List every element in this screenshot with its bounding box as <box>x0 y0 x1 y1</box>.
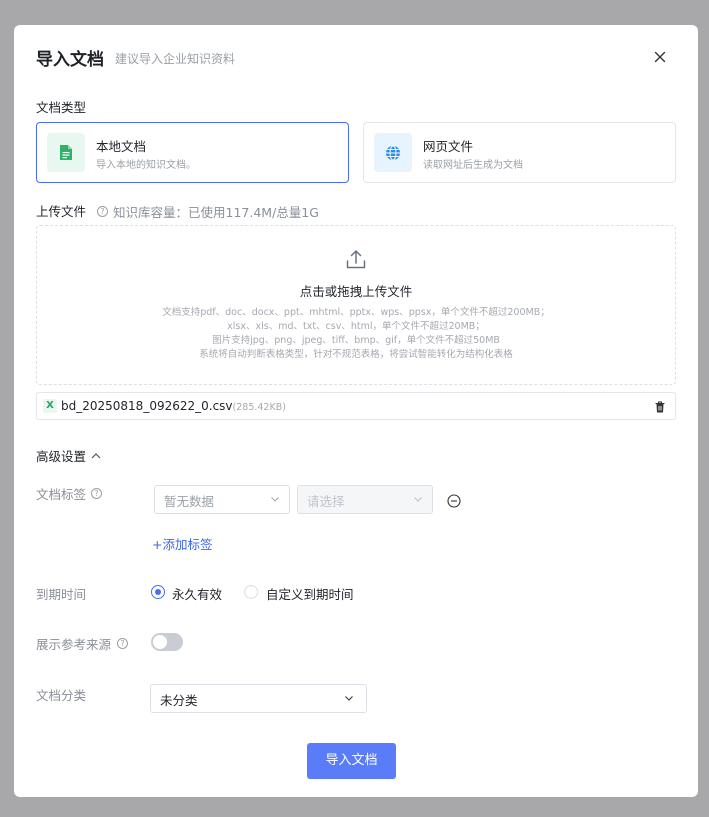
chevron-down-icon <box>271 497 279 502</box>
remove-tag-button[interactable] <box>447 493 461 508</box>
tag-value-select[interactable]: 请选择 <box>297 485 433 514</box>
file-icon <box>47 133 85 172</box>
dropzone-note-3: 图片支持jpg、png、jpeg、tiff、bmp、gif，单个文件不超过50M… <box>212 335 500 346</box>
category-label: 文档分类 <box>36 688 87 703</box>
category-select[interactable]: 未分类 <box>150 684 367 713</box>
expiry-custom-radio[interactable] <box>244 585 258 599</box>
file-size: (285.42KB) <box>232 402 286 413</box>
dialog-title: 导入文档 <box>36 50 104 70</box>
capacity-info: ? 知识库容量：已使用117.4M/总量1G <box>97 202 319 221</box>
doc-type-local-title: 本地文档 <box>96 139 147 154</box>
advanced-settings-label: 高级设置 <box>36 449 87 464</box>
doc-type-web-card[interactable]: 网页文件 读取网址后生成为文档 <box>363 122 676 183</box>
show-source-toggle[interactable] <box>151 633 183 651</box>
close-button[interactable] <box>650 47 670 67</box>
upload-label: 上传文件 <box>36 204 87 219</box>
trash-icon <box>655 401 665 413</box>
show-source-field-label: 展示参考来源 ? <box>36 634 129 653</box>
dialog-subtitle: 建议导入企业知识资料 <box>115 52 236 66</box>
expiry-permanent-radio[interactable] <box>151 585 165 599</box>
minus-circle-icon <box>447 494 461 508</box>
import-document-button[interactable]: 导入文档 <box>307 743 396 779</box>
uploaded-file-item: X bd_20250818_092622_0.csv(285.42KB) <box>36 392 676 420</box>
dropzone-note-1: 文档支持pdf、doc、docx、ppt、mhtml、pptx、wps、ppsx… <box>162 307 550 318</box>
doc-type-local-card[interactable]: 本地文档 导入本地的知识文档。 <box>36 122 349 183</box>
file-name: bd_20250818_092622_0.csv(285.42KB) <box>61 399 286 413</box>
advanced-settings-toggle[interactable]: 高级设置 <box>36 446 101 465</box>
add-tag-link[interactable]: +添加标签 <box>152 534 212 553</box>
upload-dropzone[interactable]: 点击或拖拽上传文件 文档支持pdf、doc、docx、ppt、mhtml、ppt… <box>36 225 676 385</box>
dropzone-title: 点击或拖拽上传文件 <box>299 284 413 299</box>
chevron-up-icon <box>91 452 101 458</box>
category-select-value: 未分类 <box>160 693 198 708</box>
dropzone-note-2: xlsx、xls、md、txt、csv、html，单个文件不超过20MB； <box>227 321 485 332</box>
tag-value-select-placeholder: 请选择 <box>307 494 345 509</box>
upload-icon <box>345 248 367 274</box>
help-icon: ? <box>117 638 129 649</box>
file-name-text: bd_20250818_092622_0.csv <box>61 399 233 413</box>
chevron-down-icon <box>345 696 353 701</box>
doc-type-web-desc: 读取网址后生成为文档 <box>423 160 523 171</box>
chevron-down-icon <box>414 497 422 502</box>
tag-group-select[interactable]: 暂无数据 <box>154 485 290 514</box>
globe-icon <box>374 133 412 172</box>
doc-type-web-title: 网页文件 <box>423 139 474 154</box>
excel-file-icon: X <box>43 399 57 413</box>
import-document-dialog: 导入文档 建议导入企业知识资料 文档类型 本地文档 导入本地的知识文档。 网页文… <box>14 25 698 797</box>
delete-file-button[interactable] <box>653 399 667 413</box>
doc-type-label: 文档类型 <box>36 100 87 115</box>
capacity-text: 知识库容量：已使用117.4M/总量1G <box>113 205 319 220</box>
doc-tags-field-label: 文档标签 ? <box>36 484 103 503</box>
tag-group-select-value: 暂无数据 <box>164 494 215 509</box>
help-icon: ? <box>97 206 108 217</box>
expiry-custom-label: 自定义到期时间 <box>266 587 354 602</box>
dropzone-note-4: 系统将自动判断表格类型，针对不规范表格，将尝试智能转化为结构化表格 <box>199 349 513 360</box>
doc-type-local-desc: 导入本地的知识文档。 <box>96 160 196 171</box>
toggle-knob <box>153 635 167 649</box>
show-source-label: 展示参考来源 <box>36 637 112 652</box>
close-icon <box>654 51 666 63</box>
expiry-permanent-label: 永久有效 <box>172 587 223 602</box>
doc-tags-label: 文档标签 <box>36 487 87 502</box>
help-icon: ? <box>91 488 103 499</box>
expiry-label: 到期时间 <box>36 587 87 602</box>
